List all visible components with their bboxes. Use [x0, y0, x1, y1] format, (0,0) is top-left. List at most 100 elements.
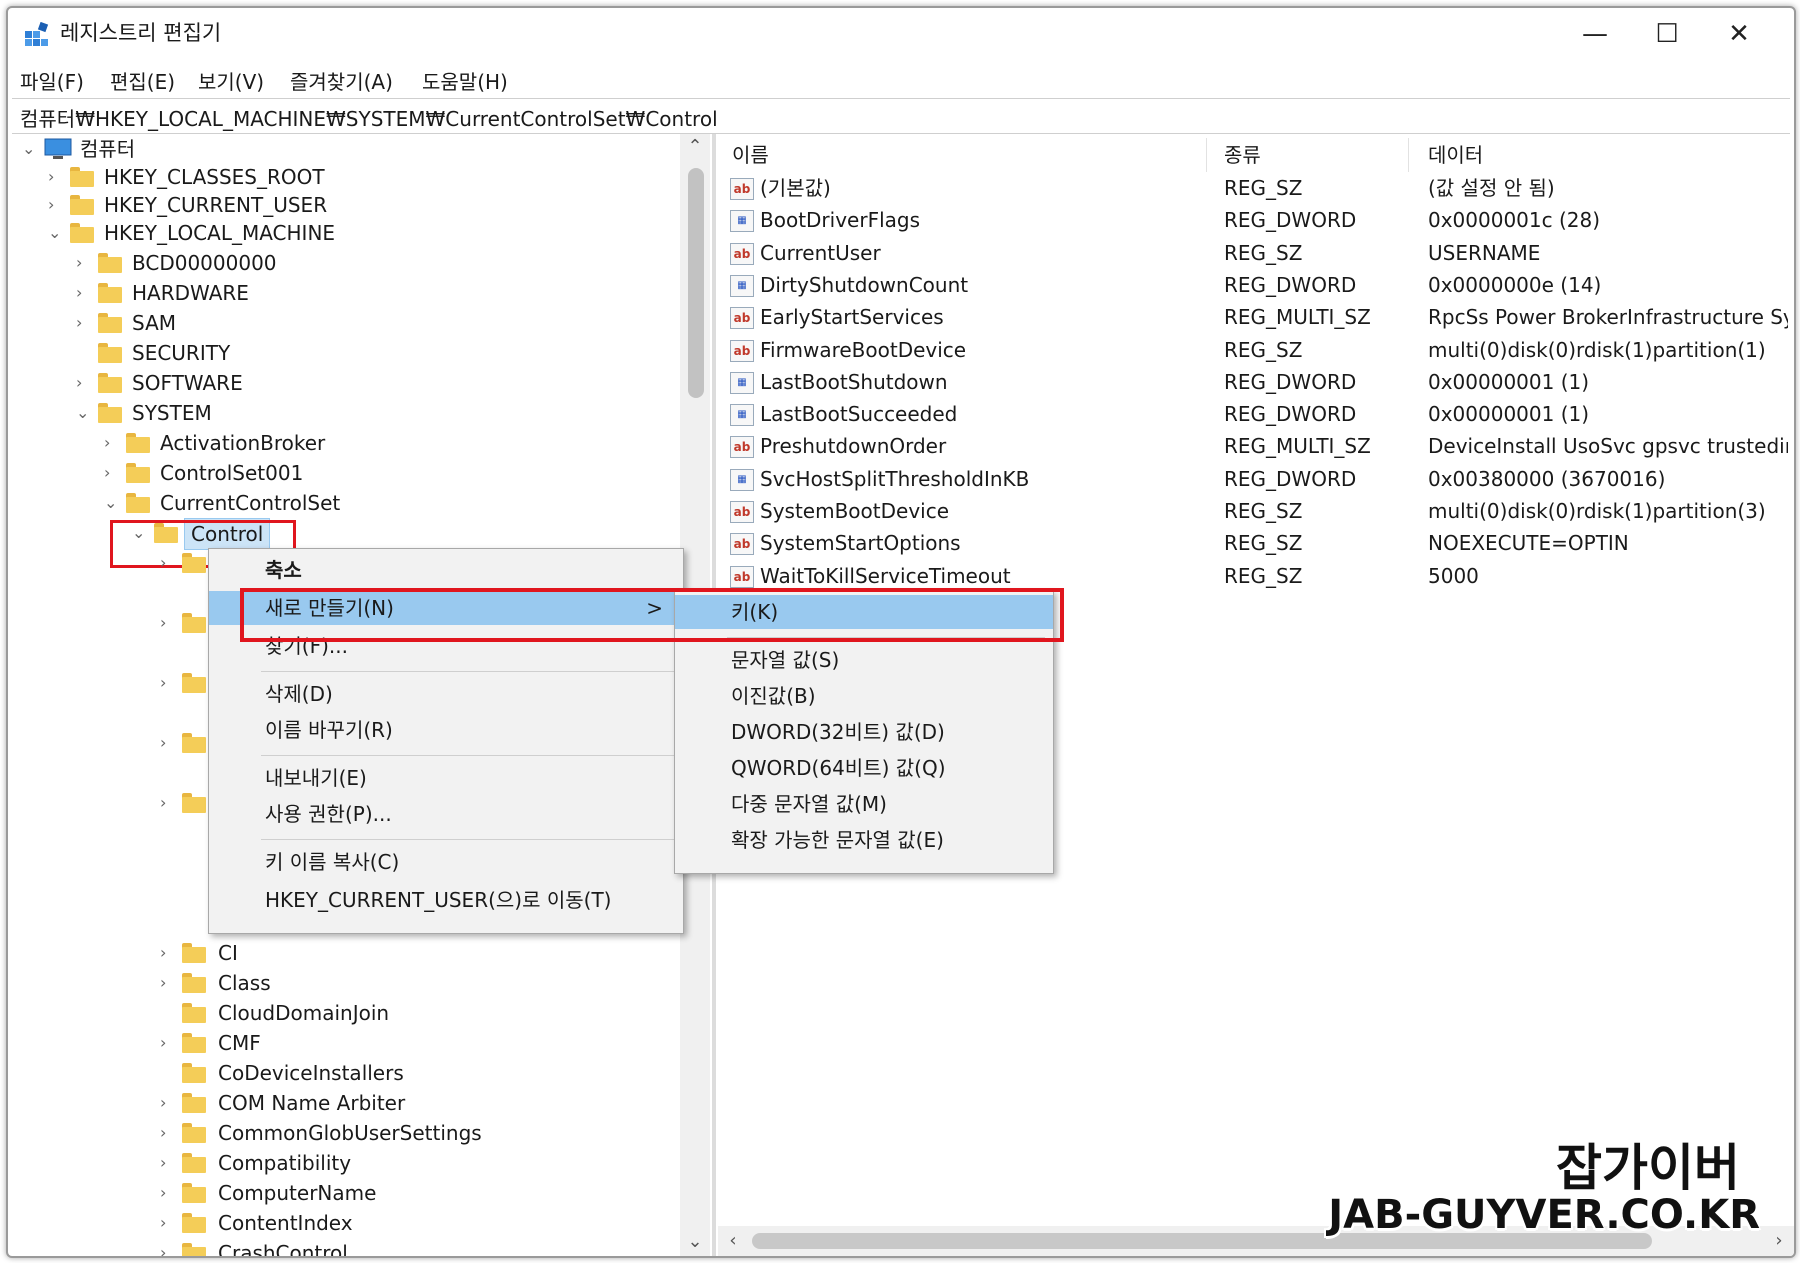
value-row[interactable]: ▦ LastBootShutdown REG_DWORD 0x00000001 (1): [718, 366, 1794, 398]
chevron-down-icon[interactable]: ⌄: [22, 141, 36, 157]
computer-icon: [44, 138, 72, 159]
menu-edit[interactable]: 편집(E): [110, 66, 175, 95]
submenu-item-expandable-string-value[interactable]: 확장 가능한 문자열 값(E): [675, 823, 1053, 857]
value-row[interactable]: ab EarlyStartServices REG_MULTI_SZ RpcSs Po…: [718, 301, 1794, 333]
chevron-right-icon[interactable]: ›: [76, 255, 90, 271]
chevron-right-icon[interactable]: ›: [160, 945, 174, 961]
chevron-right-icon[interactable]: ›: [160, 1125, 174, 1141]
chevron-right-icon[interactable]: ›: [160, 1155, 174, 1171]
tree-label: CoDeviceInstallers: [218, 1061, 404, 1085]
menu-view[interactable]: 보기(V): [198, 66, 264, 95]
menu-help[interactable]: 도움말(H): [422, 66, 508, 95]
submenu-item-string-value[interactable]: 문자열 값(S): [675, 643, 1053, 677]
value-type: REG_SZ: [1224, 531, 1303, 556]
submenu-item-dword-value[interactable]: DWORD(32비트) 값(D): [675, 715, 1053, 749]
binary-value-icon: ▦: [730, 274, 754, 297]
chevron-right-icon[interactable]: ›: [48, 197, 62, 213]
context-item-rename[interactable]: 이름 바꾸기(R): [209, 713, 683, 747]
value-type: REG_DWORD: [1224, 369, 1357, 394]
value-row[interactable]: ab (기본값) REG_SZ (값 설정 안 됨): [718, 172, 1794, 204]
menu-separator: [261, 839, 675, 840]
scroll-right-arrow-icon[interactable]: ›: [1764, 1230, 1794, 1251]
value-row[interactable]: ▦ DirtyShutdownCount REG_DWORD 0x0000000e (…: [718, 269, 1794, 301]
value-row[interactable]: ab SystemBootDevice REG_SZ multi(0)disk(0)r…: [718, 495, 1794, 527]
value-type: REG_SZ: [1224, 563, 1303, 588]
value-row[interactable]: ▦ BootDriverFlags REG_DWORD 0x0000001c (28): [718, 204, 1794, 236]
chevron-right-icon[interactable]: ›: [104, 435, 118, 451]
context-item-delete[interactable]: 삭제(D): [209, 677, 683, 711]
value-name: WaitToKillServiceTimeout: [760, 563, 1011, 588]
context-item-export[interactable]: 내보내기(E): [209, 761, 683, 795]
scroll-left-arrow-icon[interactable]: ‹: [718, 1230, 748, 1251]
tree-label: SOFTWARE: [132, 371, 243, 395]
chevron-right-icon[interactable]: ›: [160, 675, 174, 691]
chevron-right-icon[interactable]: ›: [160, 795, 174, 811]
chevron-right-icon[interactable]: ›: [76, 315, 90, 331]
chevron-right-icon[interactable]: ›: [160, 615, 174, 631]
value-row[interactable]: ▦ LastBootSucceeded REG_DWORD 0x00000001 (1…: [718, 398, 1794, 430]
value-row[interactable]: ▦ SvcHostSplitThresholdInKB REG_DWORD 0x003…: [718, 463, 1794, 495]
value-name: DirtyShutdownCount: [760, 272, 969, 297]
context-item-collapse[interactable]: 축소: [209, 553, 683, 587]
folder-icon: [182, 1003, 206, 1023]
tree-scroll-thumb[interactable]: [688, 168, 704, 398]
submenu-item-binary-value[interactable]: 이진값(B): [675, 679, 1053, 713]
column-header-data[interactable]: 데이터: [1428, 140, 1483, 170]
folder-icon: [98, 283, 122, 303]
context-item-copy-key-name[interactable]: 키 이름 복사(C): [209, 845, 683, 879]
chevron-right-icon[interactable]: ›: [160, 735, 174, 751]
chevron-right-icon[interactable]: ›: [160, 1185, 174, 1201]
binary-value-icon: ▦: [730, 468, 754, 491]
column-header-name[interactable]: 이름: [732, 140, 769, 170]
maximize-button[interactable]: ☐: [1632, 14, 1702, 54]
value-data: 0x00380000 (3670016): [1428, 466, 1666, 491]
value-row[interactable]: ab WaitToKillServiceTimeout REG_SZ 5000: [718, 560, 1794, 592]
chevron-right-icon[interactable]: ›: [76, 285, 90, 301]
watermark-korean: 잡가이버: [1556, 1139, 1740, 1197]
value-row[interactable]: ab FirmwareBootDevice REG_SZ multi(0)disk(0…: [718, 334, 1794, 366]
close-button[interactable]: ✕: [1704, 14, 1774, 54]
value-row[interactable]: ab CurrentUser REG_SZ USERNAME: [718, 237, 1794, 269]
value-data: multi(0)disk(0)rdisk(1)partition(1): [1428, 337, 1766, 362]
submenu-item-qword-value[interactable]: QWORD(64비트) 값(Q): [675, 751, 1053, 785]
submenu-item-multi-string-value[interactable]: 다중 문자열 값(M): [675, 787, 1053, 821]
scroll-down-arrow-icon[interactable]: ⌄: [680, 1231, 710, 1252]
string-value-icon: ab: [730, 533, 754, 556]
string-value-icon: ab: [730, 436, 754, 459]
annotation-box-new-key: [240, 588, 1064, 642]
chevron-down-icon[interactable]: ⌄: [76, 405, 90, 421]
tree-label: ActivationBroker: [160, 431, 326, 455]
chevron-right-icon[interactable]: ›: [48, 169, 62, 185]
chevron-down-icon[interactable]: ⌄: [48, 225, 62, 241]
column-divider[interactable]: [1206, 138, 1207, 172]
chevron-right-icon[interactable]: ›: [160, 1245, 174, 1257]
tree-label: SYSTEM: [132, 401, 212, 425]
chevron-right-icon[interactable]: ›: [76, 375, 90, 391]
folder-icon: [98, 313, 122, 333]
value-data: 0x00000001 (1): [1428, 402, 1590, 427]
value-name: PreshutdownOrder: [760, 434, 947, 459]
menu-bar: 파일(F) 편집(E) 보기(V) 즐겨찾기(A) 도움말(H): [8, 60, 1794, 98]
string-value-icon: ab: [730, 178, 754, 200]
chevron-right-icon[interactable]: ›: [160, 555, 174, 571]
context-item-permissions[interactable]: 사용 권한(P)...: [209, 797, 683, 831]
chevron-right-icon[interactable]: ›: [104, 465, 118, 481]
minimize-button[interactable]: —: [1560, 14, 1630, 54]
chevron-right-icon[interactable]: ›: [160, 975, 174, 991]
chevron-right-icon[interactable]: ›: [160, 1095, 174, 1111]
chevron-down-icon[interactable]: ⌄: [104, 495, 118, 511]
value-row[interactable]: ab PreshutdownOrder REG_MULTI_SZ DeviceInst…: [718, 430, 1794, 462]
chevron-right-icon[interactable]: ›: [160, 1215, 174, 1231]
value-row[interactable]: ab SystemStartOptions REG_SZ NOEXECUTE=OPT…: [718, 527, 1794, 559]
menu-file[interactable]: 파일(F): [20, 66, 84, 95]
address-bar[interactable]: 컴퓨터₩HKEY_LOCAL_MACHINE₩SYSTEM₩CurrentCon…: [12, 98, 1790, 134]
value-name: FirmwareBootDevice: [760, 337, 967, 362]
chevron-right-icon[interactable]: ›: [160, 1035, 174, 1051]
scroll-up-arrow-icon[interactable]: ⌃: [680, 136, 710, 157]
column-header-type[interactable]: 종류: [1224, 140, 1261, 170]
title-bar[interactable]: 레지스트리 편집기 — ☐ ✕: [8, 8, 1794, 60]
column-divider[interactable]: [1408, 138, 1409, 172]
menu-favorites[interactable]: 즐겨찾기(A): [290, 66, 393, 95]
context-item-goto-hkcu[interactable]: HKEY_CURRENT_USER(으)로 이동(T): [209, 883, 683, 917]
value-data: DeviceInstall UsoSvc gpsvc trustedinstal…: [1428, 434, 1788, 459]
